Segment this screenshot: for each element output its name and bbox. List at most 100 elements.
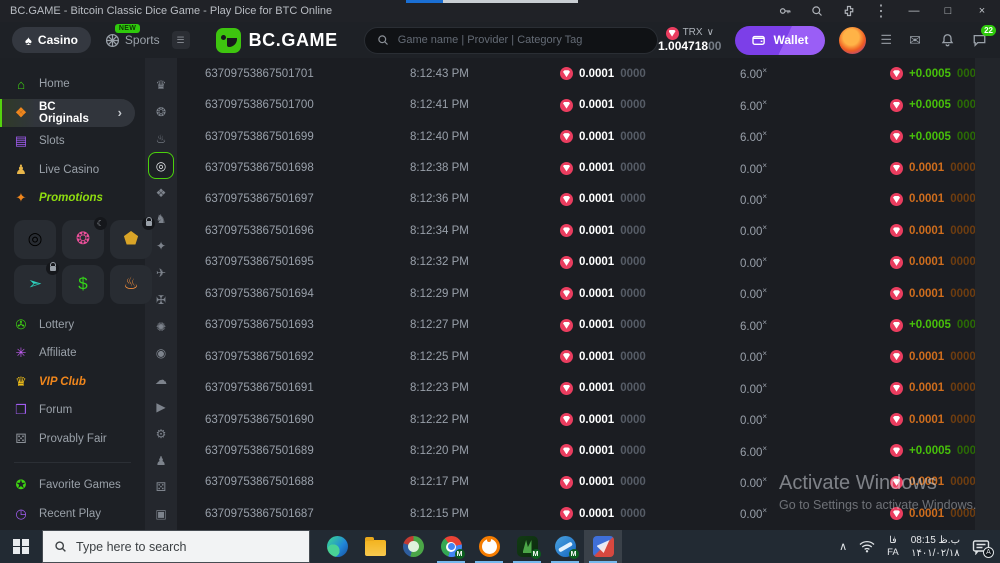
game-search[interactable] — [363, 26, 659, 54]
sidebar-item-vip-club[interactable]: ♛ VIP Club — [0, 368, 145, 397]
bell-icon[interactable] — [938, 32, 956, 48]
trx-coin-icon — [890, 130, 903, 144]
game-tile-coin-drop[interactable]: ♨ — [110, 264, 152, 304]
game-fast-parity-icon[interactable]: ▶ — [148, 394, 174, 421]
bet-row[interactable]: 63709753867501690 8:12:22 PM 0.0001 0000 0.0… — [177, 404, 976, 435]
bet-row[interactable]: 63709753867501698 8:12:38 PM 0.0001 0000 0.0… — [177, 152, 976, 183]
bet-row[interactable]: 63709753867501699 8:12:40 PM 0.0001 0000 6.0… — [177, 121, 982, 152]
action-center-icon[interactable]: A — [972, 539, 994, 558]
taskbar: Type here to search M M M ∧ فا FA ب.ظ 08:1… — [0, 530, 1000, 563]
game-dice-duel-icon[interactable]: ⚄ — [148, 474, 174, 501]
game-tile-bonus-tag[interactable]: $ — [62, 264, 104, 304]
trx-coin-icon — [560, 318, 573, 332]
sidebar-item-favorite-games[interactable]: ✪ Favorite Games — [0, 471, 145, 500]
taskbar-search[interactable]: Type here to search — [42, 530, 310, 563]
game-tile-piggy-bank[interactable]: ⬟ — [110, 216, 155, 259]
language-indicator[interactable]: فا FA — [887, 535, 899, 559]
bet-time: 8:12:36 PM — [410, 193, 469, 206]
bet-row[interactable]: 63709753867501694 8:12:29 PM 0.0001 0000 0.0… — [177, 278, 976, 309]
live-casino-icon: ♟ — [15, 161, 27, 177]
restore-button[interactable]: □ — [940, 5, 956, 17]
bet-row[interactable]: 63709753867501696 8:12:34 PM 0.0001 0000 0.0… — [177, 215, 976, 246]
bet-profit-dim: 0000 — [950, 413, 976, 426]
start-button[interactable] — [0, 530, 42, 563]
sidebar-item-affiliate[interactable]: ✳ Affiliate — [0, 339, 145, 368]
taskbar-app-blue-app[interactable]: M — [546, 530, 584, 563]
taskbar-app-idm[interactable] — [394, 530, 432, 563]
bet-row[interactable]: 63709753867501687 8:12:15 PM 0.0001 0000 0.0… — [177, 498, 976, 529]
sidebar-item-lottery[interactable]: ✇ Lottery — [0, 311, 145, 340]
chrome-icon: M — [440, 536, 465, 559]
wallet-button[interactable]: Wallet — [735, 25, 826, 55]
sidebar-item-forum[interactable]: ❒ Forum — [0, 396, 145, 425]
taskbar-app-chrome[interactable]: M — [432, 530, 470, 563]
bet-row[interactable]: 63709753867501691 8:12:23 PM 0.0001 0000 0.0… — [177, 372, 976, 403]
sidebar-item-recent-play[interactable]: ◷ Recent Play — [0, 500, 145, 529]
game-sky-icon[interactable]: ☁ — [148, 367, 174, 394]
bet-row[interactable]: 63709753867501688 8:12:17 PM 0.0001 0000 0.0… — [177, 467, 976, 498]
bet-row[interactable]: 63709753867501693 8:12:27 PM 0.0001 0000 6.0… — [177, 310, 982, 341]
game-coins-icon[interactable]: ❖ — [148, 179, 174, 206]
bet-time: 8:12:41 PM — [410, 99, 469, 112]
sidebar-item-provably-fair[interactable]: ⚄ Provably Fair — [0, 425, 145, 454]
game-twist-icon[interactable]: ❂ — [148, 99, 174, 126]
taskbar-app-orange-app[interactable] — [470, 530, 508, 563]
taskbar-app-file-explorer[interactable] — [356, 530, 394, 563]
sidebar-item-home[interactable]: ⌂ Home — [0, 70, 145, 99]
game-plinko-icon[interactable]: ♨ — [148, 126, 174, 153]
trx-coin-icon — [560, 475, 573, 489]
sidebar-item-label: Forum — [39, 404, 73, 417]
game-search-input[interactable] — [397, 34, 646, 46]
browser-menu-icon[interactable]: ⋮ — [873, 3, 889, 20]
bet-amount-value: 0.0001 — [579, 319, 615, 332]
key-icon[interactable] — [778, 4, 792, 18]
taskbar-app-browser-tool[interactable] — [584, 530, 622, 563]
game-tile-lucky-spin[interactable]: ◎ — [14, 219, 56, 259]
game-video-poker-icon[interactable]: ▣ — [148, 501, 174, 528]
profile-menu-icon[interactable]: ☰ — [880, 32, 892, 48]
find-icon[interactable] — [810, 4, 824, 18]
bet-id: 63709753867501690 — [205, 413, 314, 426]
game-classic-dice-icon[interactable]: ◎ — [148, 152, 174, 180]
inbox-icon[interactable]: ✉ — [906, 32, 924, 48]
bet-row[interactable]: 63709753867501692 8:12:25 PM 0.0001 0000 0.0… — [177, 341, 976, 372]
tab-casino[interactable]: ♠ Casino — [12, 27, 91, 53]
taskbar-app-edge[interactable] — [318, 530, 356, 563]
tray-chevron-icon[interactable]: ∧ — [839, 540, 847, 553]
lock-badge-icon — [142, 216, 155, 230]
balance-selector[interactable]: TRX ∨ 1.00471800 — [658, 26, 721, 54]
tab-sports[interactable]: NEW Sports — [105, 23, 160, 48]
bet-id: 63709753867501691 — [205, 382, 314, 395]
bet-row[interactable]: 63709753867501701 8:12:43 PM 0.0001 0000 6.0… — [177, 58, 982, 89]
game-machine-icon[interactable]: ⚙ — [148, 420, 174, 447]
rocket-icon: ➣ — [27, 274, 43, 293]
game-tile-rocket[interactable]: ➣ — [14, 261, 59, 304]
sidebar-item-bc-originals[interactable]: ❖ BC Originals › — [0, 98, 135, 127]
bet-row[interactable]: 63709753867501697 8:12:36 PM 0.0001 0000 0.0… — [177, 184, 976, 215]
close-button[interactable]: × — [974, 5, 990, 17]
sidebar-toggle-icon[interactable]: ☰ — [171, 31, 190, 49]
game-wheel-icon[interactable]: ✺ — [148, 313, 174, 340]
sidebar-item-live-casino[interactable]: ♟ Live Casino — [0, 156, 145, 185]
sidebar-item-promotions[interactable]: ✦ Promotions — [0, 184, 145, 213]
game-crash-icon[interactable]: ♛ — [148, 72, 174, 99]
chat-icon[interactable]: 22 — [970, 25, 996, 48]
bet-row[interactable]: 63709753867501695 8:12:32 PM 0.0001 0000 0.0… — [177, 247, 976, 278]
bet-row[interactable]: 63709753867501700 8:12:41 PM 0.0001 0000 6.0… — [177, 89, 982, 120]
bet-id: 63709753867501699 — [205, 130, 314, 143]
sidebar-item-slots[interactable]: ▤ Slots — [0, 127, 145, 156]
game-roulette-icon[interactable]: ◉ — [148, 340, 174, 367]
scrollbar-track[interactable] — [975, 58, 1000, 530]
minimize-button[interactable]: — — [906, 5, 922, 17]
taskbar-app-green-app[interactable]: M — [508, 530, 546, 563]
bet-profit: 0.0001 0000 — [890, 192, 976, 206]
game-chess-icon[interactable]: ♟ — [148, 447, 174, 474]
bet-row[interactable]: 63709753867501689 8:12:20 PM 0.0001 0000 6.0… — [177, 435, 982, 466]
wifi-icon[interactable] — [859, 540, 875, 553]
extensions-icon[interactable] — [842, 4, 856, 18]
bc-game-logo[interactable]: BC.GAME — [215, 27, 338, 53]
clock[interactable]: ب.ظ 08:15 ۱۴۰۱/۰۲/۱۸ — [911, 534, 960, 560]
wallet-icon — [752, 35, 766, 45]
avatar[interactable] — [839, 26, 867, 54]
game-tile-roll-wheel[interactable]: ❂ ☾ — [62, 216, 107, 259]
